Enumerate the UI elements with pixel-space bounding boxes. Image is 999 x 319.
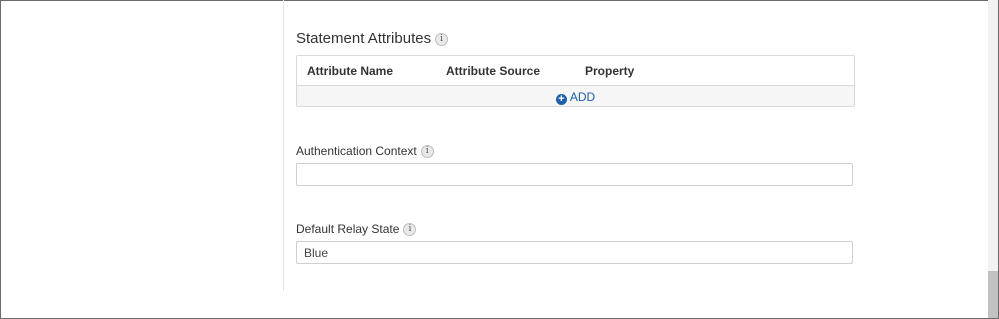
vertical-scrollbar[interactable]: [988, 0, 998, 318]
authentication-context-input[interactable]: [296, 163, 853, 186]
default-relay-state-label-text: Default Relay State: [296, 222, 400, 236]
column-attribute-source: Attribute Source: [446, 64, 541, 78]
column-property: Property: [585, 64, 635, 78]
plus-circle-icon: +: [555, 94, 567, 105]
default-relay-state-label: Default Relay State i: [296, 222, 417, 237]
info-icon[interactable]: i: [435, 32, 449, 46]
authentication-context-label: Authentication Context i: [296, 144, 434, 159]
add-attribute-link[interactable]: + ADD: [555, 90, 596, 105]
add-attribute-button[interactable]: + ADD: [297, 86, 854, 106]
authentication-context-label-text: Authentication Context: [296, 144, 417, 158]
table-header: Attribute Name Attribute Source Property: [297, 56, 854, 86]
scrollbar-thumb[interactable]: [988, 271, 998, 318]
column-attribute-name: Attribute Name: [307, 64, 394, 78]
default-relay-state-input[interactable]: [296, 241, 853, 264]
page-frame: [0, 0, 999, 319]
statement-attributes-label: Statement Attributes: [296, 30, 432, 47]
info-icon[interactable]: i: [403, 223, 417, 237]
left-panel-divider: [283, 0, 284, 291]
statement-attributes-title: Statement Attributes i: [296, 30, 449, 47]
statement-attributes-table: Attribute Name Attribute Source Property…: [296, 55, 855, 107]
info-icon[interactable]: i: [420, 145, 434, 159]
add-label: ADD: [569, 90, 596, 104]
